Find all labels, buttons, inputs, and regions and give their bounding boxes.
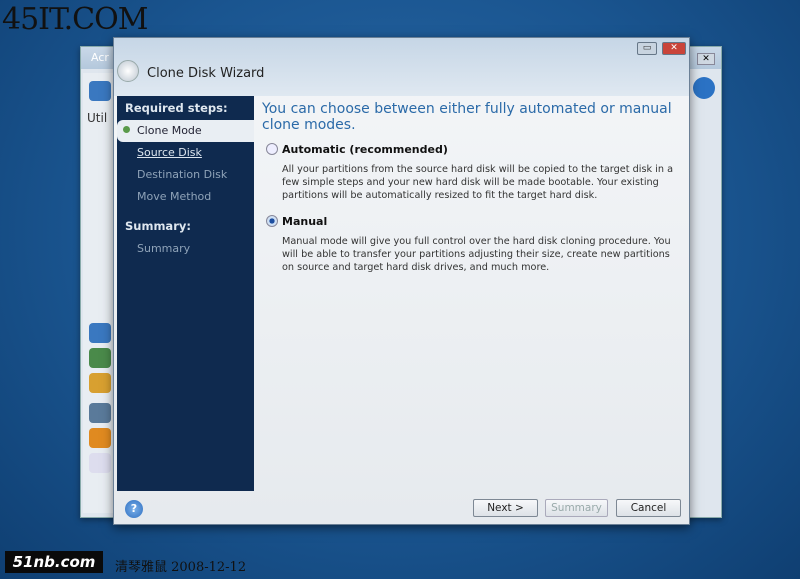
background-sidebar: Util	[83, 73, 115, 513]
watermark: 45IT.COM	[2, 2, 148, 37]
manual-description: Manual mode will give you full control o…	[282, 236, 671, 273]
back-arrow-icon[interactable]	[117, 60, 139, 82]
tool-icon[interactable]	[89, 348, 111, 368]
required-steps-heading: Required steps:	[125, 101, 228, 115]
search-icon[interactable]	[89, 453, 111, 473]
back-icon[interactable]	[89, 81, 111, 101]
automatic-radio[interactable]	[266, 143, 278, 155]
background-section: Util	[87, 111, 108, 125]
step-clone-mode[interactable]: Clone Mode	[117, 120, 254, 142]
manual-option[interactable]: Manual	[266, 215, 327, 228]
background-close-button[interactable]: ✕	[697, 53, 715, 65]
toolbox-icon[interactable]	[89, 428, 111, 448]
step-summary: Summary	[137, 242, 191, 255]
automatic-option[interactable]: Automatic (recommended)	[266, 143, 448, 156]
site-logo: 51nb.com	[5, 551, 103, 573]
help-icon[interactable]	[693, 77, 715, 99]
restore-button[interactable]: ▭	[637, 42, 657, 55]
monitor-icon[interactable]	[89, 403, 111, 423]
step-destination-disk: Destination Disk	[137, 168, 228, 181]
clone-disk-wizard: ▭ ✕ Clone Disk Wizard Required steps: Cl…	[113, 37, 690, 525]
window-title: Clone Disk Wizard	[147, 66, 265, 81]
manual-radio[interactable]	[266, 215, 278, 227]
help-icon[interactable]: ?	[125, 500, 143, 518]
manual-label: Manual	[282, 215, 328, 228]
summary-heading: Summary:	[125, 219, 191, 233]
tool-icon[interactable]	[89, 323, 111, 343]
steps-sidebar: Required steps: Clone Mode Source Disk D…	[117, 96, 254, 491]
summary-button: Summary	[545, 499, 608, 517]
step-source-disk[interactable]: Source Disk	[117, 142, 254, 164]
page-heading: You can choose between either fully auto…	[262, 101, 672, 133]
automatic-label: Automatic (recommended)	[282, 143, 448, 156]
automatic-description: All your partitions from the source hard…	[282, 164, 674, 201]
close-button[interactable]: ✕	[662, 42, 686, 55]
step-move-method: Move Method	[137, 190, 212, 203]
clipboard-icon[interactable]	[89, 373, 111, 393]
next-button[interactable]: Next >	[473, 499, 538, 517]
cancel-button[interactable]: Cancel	[616, 499, 681, 517]
photo-caption: 清琴雅鼠 2008-12-12	[115, 560, 247, 575]
